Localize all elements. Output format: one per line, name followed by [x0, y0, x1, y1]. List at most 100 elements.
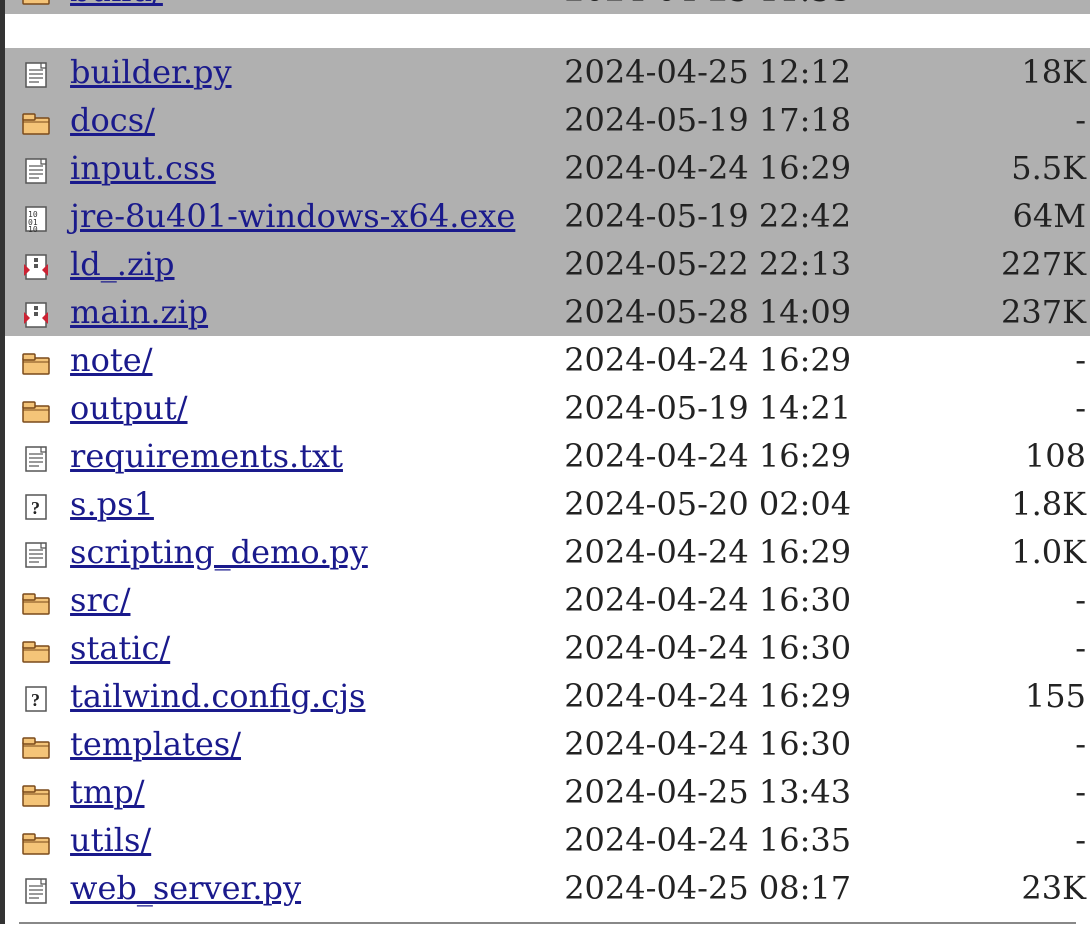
file-name-cell: tmp/ — [66, 768, 560, 816]
file-link[interactable]: scripting_demo.py — [70, 533, 368, 571]
folder-icon — [21, 636, 51, 666]
table-row: requirements.txt2024-04-24 16:29108 — [5, 432, 1090, 480]
archive-icon — [21, 300, 51, 330]
file-icon-cell — [5, 0, 66, 14]
table-row: output/2024-05-19 14:21- — [5, 384, 1090, 432]
file-size: - — [950, 384, 1090, 432]
unknown-file-icon — [21, 684, 51, 714]
binary-file-icon — [21, 204, 51, 234]
table-row: s.ps12024-05-20 02:041.8K — [5, 480, 1090, 528]
table-row: templates/2024-04-24 16:30- — [5, 720, 1090, 768]
file-date: 2024-05-19 14:21 — [560, 384, 950, 432]
file-date: 2024-05-20 02:04 — [560, 480, 950, 528]
table-row: jre-8u401-windows-x64.exe 2024-05-19 22:4… — [5, 192, 1090, 240]
footer-rule — [19, 922, 1076, 924]
file-date: 2024-05-22 22:13 — [560, 240, 950, 288]
folder-icon — [21, 588, 51, 618]
file-name-cell: requirements.txt — [66, 432, 560, 480]
file-size: - — [950, 816, 1090, 864]
file-name-cell: build/ — [66, 0, 560, 14]
file-link[interactable]: builder.py — [70, 53, 232, 91]
file-icon-cell — [5, 864, 66, 912]
file-icon-cell — [5, 432, 66, 480]
file-link[interactable]: output/ — [70, 389, 187, 427]
file-link[interactable]: input.css — [70, 149, 216, 187]
file-icon-cell — [5, 720, 66, 768]
file-link[interactable]: main.zip — [70, 293, 208, 331]
text-file-icon — [21, 876, 51, 906]
file-icon-cell — [5, 48, 66, 96]
file-link[interactable]: build/ — [70, 0, 163, 9]
file-link[interactable]: web_server.py — [70, 869, 301, 907]
file-icon-cell — [5, 480, 66, 528]
file-date: 2024-04-25 12:12 — [560, 48, 950, 96]
file-name-cell: note/ — [66, 336, 560, 384]
file-name-cell: ld_.zip — [66, 240, 560, 288]
file-date: 2024-05-19 22:42 — [560, 192, 950, 240]
file-size: 108 — [950, 432, 1090, 480]
file-link[interactable]: jre-8u401-windows-x64.exe — [70, 197, 515, 235]
file-link[interactable]: note/ — [70, 341, 152, 379]
directory-listing: build/2024-04-25 11:53-builder.py2024-04… — [0, 0, 1090, 924]
file-size: 1.0K — [950, 528, 1090, 576]
file-size: - — [950, 0, 1090, 14]
file-date: 2024-04-24 16:30 — [560, 624, 950, 672]
file-name-cell: s.ps1 — [66, 480, 560, 528]
file-name-cell: input.css — [66, 144, 560, 192]
file-icon-cell — [5, 192, 66, 240]
table-row: web_server.py2024-04-25 08:1723K — [5, 864, 1090, 912]
table-row: src/2024-04-24 16:30- — [5, 576, 1090, 624]
file-icon-cell — [5, 336, 66, 384]
file-icon-cell — [5, 576, 66, 624]
file-date: 2024-04-24 16:35 — [560, 816, 950, 864]
file-name-cell: builder.py — [66, 48, 560, 96]
file-size: - — [950, 720, 1090, 768]
file-link[interactable]: tmp/ — [70, 773, 144, 811]
file-size: - — [950, 624, 1090, 672]
file-name-cell: src/ — [66, 576, 560, 624]
file-icon-cell — [5, 768, 66, 816]
file-link[interactable]: tailwind.config.cjs — [70, 677, 365, 715]
file-name-cell: tailwind.config.cjs — [66, 672, 560, 720]
file-link[interactable]: utils/ — [70, 821, 151, 859]
folder-icon — [21, 732, 51, 762]
file-size: 5.5K — [950, 144, 1090, 192]
file-size: - — [950, 768, 1090, 816]
folder-icon — [21, 780, 51, 810]
table-row: input.css 2024-04-24 16:295.5K — [5, 144, 1090, 192]
file-size: 227K — [950, 240, 1090, 288]
archive-icon — [21, 252, 51, 282]
table-row: main.zip 2024-05-28 14:09237K — [5, 288, 1090, 336]
file-size: 18K — [950, 48, 1090, 96]
file-date: 2024-04-25 13:43 — [560, 768, 950, 816]
file-date: 2024-04-25 11:53 — [560, 0, 950, 14]
file-icon-cell — [5, 144, 66, 192]
file-link[interactable]: templates/ — [70, 725, 241, 763]
file-name-cell: static/ — [66, 624, 560, 672]
file-name-cell: templates/ — [66, 720, 560, 768]
file-size: - — [950, 576, 1090, 624]
file-date: 2024-04-24 16:29 — [560, 528, 950, 576]
file-link[interactable]: ld_.zip — [70, 245, 174, 283]
file-icon-cell — [5, 816, 66, 864]
file-size: 237K — [950, 288, 1090, 336]
file-name-cell: main.zip — [66, 288, 560, 336]
text-file-icon — [21, 60, 51, 90]
file-table: build/2024-04-25 11:53-builder.py2024-04… — [5, 0, 1090, 912]
file-name-cell: scripting_demo.py — [66, 528, 560, 576]
file-link[interactable]: requirements.txt — [70, 437, 343, 475]
file-link[interactable]: static/ — [70, 629, 170, 667]
file-icon-cell — [5, 624, 66, 672]
file-icon-cell — [5, 240, 66, 288]
file-date: 2024-04-24 16:29 — [560, 144, 950, 192]
file-date: 2024-04-24 16:29 — [560, 672, 950, 720]
file-date: 2024-05-28 14:09 — [560, 288, 950, 336]
file-name-cell: jre-8u401-windows-x64.exe — [66, 192, 560, 240]
file-link[interactable]: s.ps1 — [70, 485, 154, 523]
file-size: 155 — [950, 672, 1090, 720]
file-date: 2024-04-25 08:17 — [560, 864, 950, 912]
file-link[interactable]: src/ — [70, 581, 130, 619]
file-link[interactable]: docs/ — [70, 101, 155, 139]
unknown-file-icon — [21, 492, 51, 522]
file-size: - — [950, 336, 1090, 384]
